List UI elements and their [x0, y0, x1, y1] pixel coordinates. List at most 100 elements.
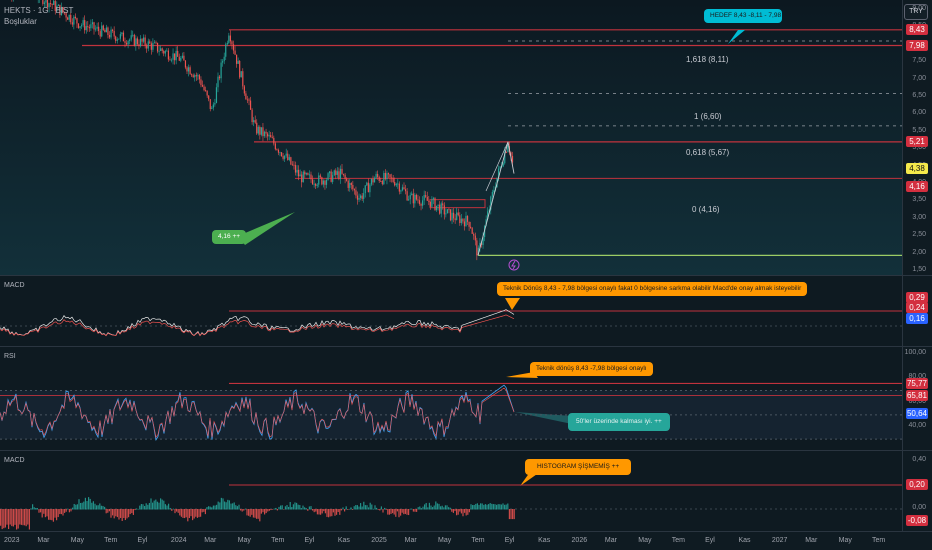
histogram-bar [276, 509, 278, 511]
candle-body [404, 189, 407, 192]
histogram-bar [163, 500, 165, 510]
target-callout[interactable]: HEDEF 8,43 -8,11 - 7,98 [704, 9, 782, 23]
candle-body [90, 24, 92, 29]
candle-body [212, 104, 214, 108]
candle-body [327, 173, 329, 181]
histogram-bar [308, 506, 310, 510]
candle-body [96, 26, 98, 29]
price-tick: 3,00 [912, 213, 926, 221]
histogram-bar [9, 509, 11, 525]
candle-body [132, 34, 134, 36]
histogram-bar [144, 506, 146, 510]
histogram-bar [379, 509, 381, 511]
candle-body [333, 170, 335, 176]
candle-body [116, 39, 118, 41]
candle-body [350, 182, 352, 185]
time-tick: May [638, 537, 652, 544]
histogram-bar [364, 505, 366, 510]
histogram-bar [172, 508, 174, 510]
rsi-above-callout[interactable]: 50'ler üzerinde kalması iyi. ++ [568, 413, 670, 431]
histogram-bar [502, 503, 504, 510]
candle-body [352, 184, 354, 190]
candle-body [153, 42, 156, 44]
candle-body [302, 171, 304, 183]
histogram-bar [296, 502, 298, 510]
price-tick: 2,50 [912, 231, 926, 239]
histogram-bar [372, 508, 374, 510]
histogram-bar [305, 508, 307, 510]
candle-body [107, 27, 109, 35]
candle-body [432, 198, 435, 200]
histogram-bar [153, 500, 155, 510]
histogram-bar [100, 505, 102, 510]
candle-body [502, 163, 504, 167]
candle-body [332, 175, 334, 182]
histogram-bar [329, 509, 331, 517]
candle-body [88, 27, 90, 29]
candle-body [277, 149, 280, 153]
candle-body [453, 212, 455, 219]
histogram-bar [294, 502, 296, 510]
candle-body [279, 152, 281, 154]
time-tick: Eyl [304, 537, 315, 544]
value-badge: 65,81 [906, 389, 928, 401]
value-badge: 0,29 [906, 291, 928, 303]
macd-note-callout[interactable]: Teknik Dönüş 8,43 - 7,98 bölgesi onaylı … [497, 282, 808, 296]
histogram-bar [337, 509, 339, 513]
candle-body [308, 174, 311, 176]
histogram-bar [300, 508, 302, 510]
histogram-bar [403, 509, 405, 515]
candle-body [507, 146, 509, 153]
histogram-bar [238, 504, 240, 510]
candle-body [457, 212, 459, 216]
histogram-bar [321, 509, 323, 514]
candle-body [465, 215, 467, 227]
value-badge: 4,16 [906, 180, 928, 192]
candle-body [423, 195, 425, 201]
time-tick: Tem [271, 537, 285, 544]
macd2-pane-title: MACD [4, 457, 25, 464]
histogram-bar [41, 509, 43, 518]
histogram-bar [448, 507, 450, 510]
histogram-bar [419, 506, 421, 510]
candle-body [94, 28, 97, 30]
histogram-bar [22, 509, 24, 526]
chart-stage[interactable]: HEKTS · 1G · BIST Boşluklar TRY MACD RSI… [0, 0, 932, 550]
histogram-bar [315, 509, 317, 512]
histogram-bar [435, 501, 437, 510]
candle-body [288, 157, 290, 160]
candle-body [339, 168, 342, 179]
histogram-bar [492, 504, 494, 510]
histogram-bar [382, 509, 384, 513]
histogram-bar [107, 509, 109, 513]
chart-canvas[interactable] [0, 0, 932, 550]
candle-body [45, 0, 47, 3]
histogram-bar [457, 509, 459, 515]
support-callout[interactable]: 4,16 ++ [212, 230, 247, 244]
histogram-bar [88, 497, 90, 510]
histogram-bar [185, 509, 187, 518]
value-badge: 4,38 [906, 163, 928, 175]
candle-body [262, 127, 264, 137]
histogram-callout[interactable]: HISTOGRAM ŞİŞMEMİŞ ++ [525, 459, 632, 475]
histogram-bar [222, 498, 224, 510]
candle-body [449, 209, 452, 221]
candle-body [373, 177, 376, 183]
histogram-bar [281, 505, 283, 510]
candle-body [414, 194, 416, 204]
candle-body [280, 152, 283, 157]
histogram-bar [70, 509, 72, 512]
price-tick: 5,50 [912, 126, 926, 134]
candle-body [463, 221, 466, 227]
histogram-bar [16, 509, 18, 530]
candle-body [287, 153, 289, 160]
candle-body [42, 0, 44, 4]
candle-body [284, 155, 286, 159]
candle-body [418, 200, 421, 204]
candle-body [397, 183, 399, 185]
rsi-note-callout[interactable]: Teknik dönüş 8,43 -7,98 bölgesi onaylı [530, 362, 653, 376]
candle-body [431, 199, 433, 207]
histogram-bar [132, 509, 134, 515]
histogram-bar [3, 509, 5, 529]
histogram-bar [288, 506, 290, 510]
